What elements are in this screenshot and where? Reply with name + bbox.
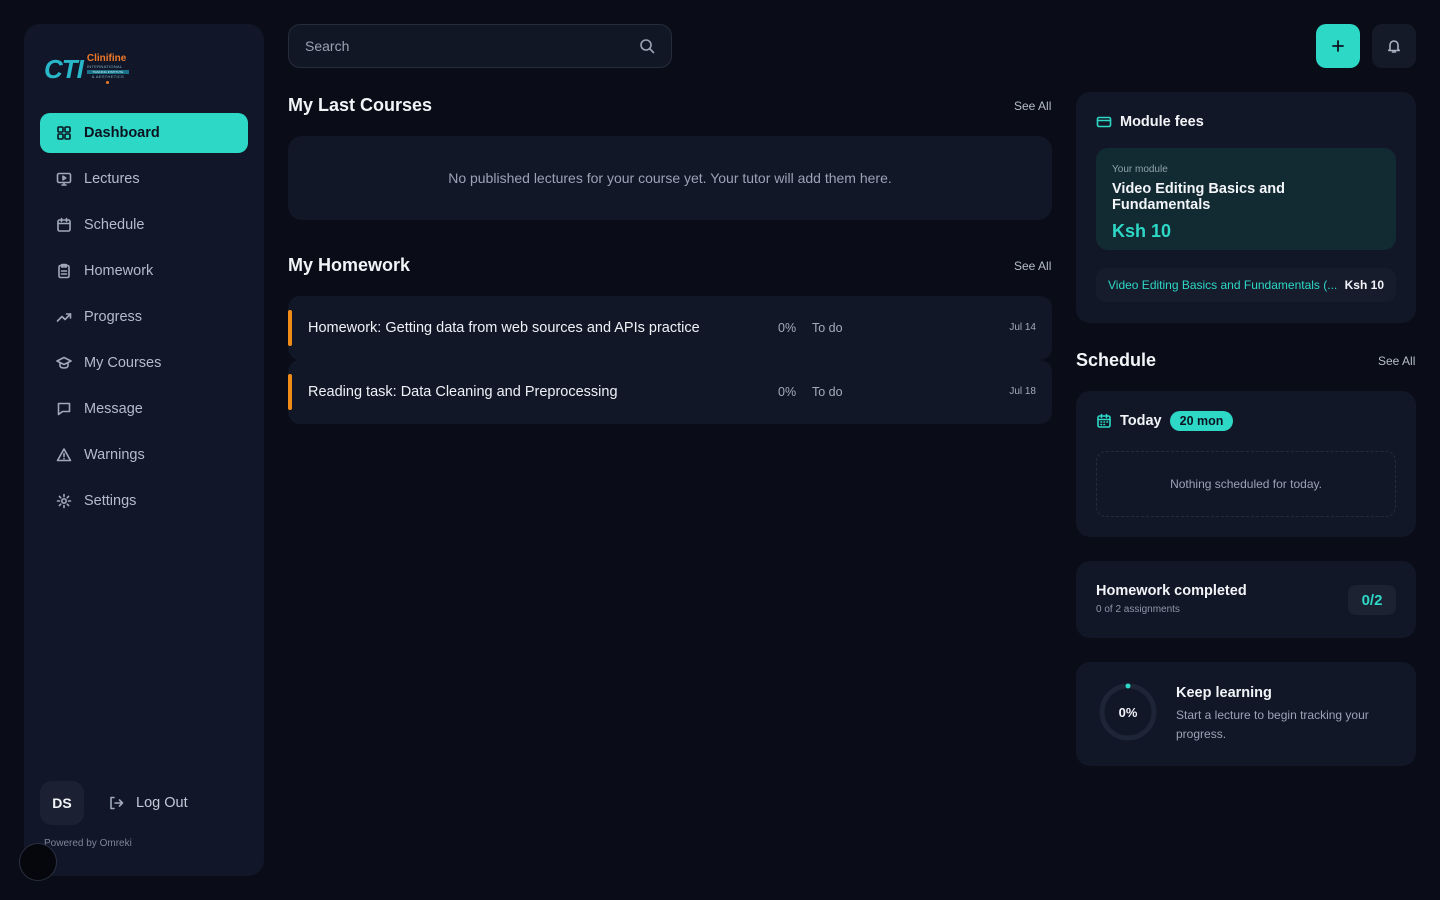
homework-due-date: Jul 18 <box>1009 386 1036 397</box>
bell-icon <box>1386 38 1402 54</box>
sidebar-item-label: Dashboard <box>84 125 160 141</box>
avatar[interactable]: DS <box>40 781 84 825</box>
sidebar-item-label: Lectures <box>84 171 140 187</box>
homework-progress: 0% <box>778 385 797 399</box>
sidebar-item-progress[interactable]: Progress <box>40 297 248 337</box>
homework-completed-subtitle: 0 of 2 assignments <box>1096 604 1180 615</box>
floating-action-circle[interactable] <box>19 843 57 881</box>
keep-learning-title: Keep learning <box>1176 685 1272 701</box>
module-fee-line-price: Ksh 10 <box>1344 278 1384 292</box>
plus-icon <box>1331 39 1345 53</box>
logo-tag2: & AESTHETICS <box>91 74 125 79</box>
module-name: Video Editing Basics and Fundamentals <box>1112 181 1285 213</box>
today-date-badge: 20 mon <box>1169 411 1234 431</box>
message-icon <box>56 401 72 417</box>
schedule-title: Schedule <box>1076 350 1157 370</box>
sidebar: CTI Clinifine INTERNATIONAL TRAINING INS… <box>24 24 264 876</box>
schedule-see-all-link[interactable]: See All <box>1378 354 1415 368</box>
keep-learning-card: 0% Keep learning Start a lecture to begi… <box>1076 662 1416 766</box>
homework-row[interactable]: Reading task: Data Cleaning and Preproce… <box>288 360 1052 424</box>
logo-sub: INTERNATIONAL <box>86 64 123 69</box>
homework-status: To do <box>812 385 843 399</box>
logo-name: Clinifine <box>86 53 127 64</box>
sidebar-item-label: Settings <box>84 493 137 509</box>
schedule-empty: Nothing scheduled for today. <box>1096 451 1396 517</box>
homework-progress: 0% <box>778 321 797 335</box>
grid-icon <box>56 125 72 141</box>
calendar-icon <box>56 217 72 233</box>
today-label: Today <box>1120 413 1162 429</box>
logo-cti-text: CTI <box>44 54 84 84</box>
monitor-play-icon <box>56 171 72 187</box>
module-fee-line-name: Video Editing Basics and Fundamentals (.… <box>1108 278 1338 292</box>
logout-label: Log Out <box>136 795 188 811</box>
keep-learning-text: Start a lecture to begin tracking your p… <box>1176 708 1369 741</box>
sidebar-item-label: Homework <box>84 263 154 279</box>
homework-title-text: Reading task: Data Cleaning and Preproce… <box>308 384 618 400</box>
search-icon[interactable] <box>639 38 655 54</box>
homework-completed-badge: 0/2 <box>1348 585 1396 615</box>
homework-title: My Homework <box>288 255 411 275</box>
sidebar-nav: Dashboard Lectures Schedule Homework Pro… <box>40 113 248 527</box>
today-header: Today 20 mon <box>1096 411 1234 431</box>
sidebar-item-homework[interactable]: Homework <box>40 251 248 291</box>
schedule-empty-text: Nothing scheduled for today. <box>1170 477 1322 491</box>
logout-button[interactable]: Log Out <box>108 795 188 811</box>
progress-percent: 0% <box>1118 704 1138 720</box>
warning-icon <box>56 447 72 463</box>
sidebar-item-lectures[interactable]: Lectures <box>40 159 248 199</box>
sidebar-item-label: Progress <box>84 309 143 325</box>
last-courses-see-all-link[interactable]: See All <box>1014 99 1051 113</box>
module-price: Ksh 10 <box>1112 221 1172 241</box>
logout-icon <box>108 795 124 811</box>
sidebar-item-schedule[interactable]: Schedule <box>40 205 248 245</box>
sidebar-item-label: My Courses <box>84 355 162 371</box>
last-courses-title: My Last Courses <box>288 95 433 115</box>
search-bar <box>288 24 672 68</box>
powered-by: Powered by Omreki <box>44 838 132 849</box>
homework-row[interactable]: Homework: Getting data from web sources … <box>288 296 1052 360</box>
sidebar-item-label: Schedule <box>84 217 145 233</box>
graduation-cap-icon <box>56 355 72 371</box>
current-module-box: Your module Video Editing Basics and Fun… <box>1096 148 1396 250</box>
logo-text-block: Clinifine INTERNATIONAL TRAINING INSTITU… <box>86 53 129 84</box>
sidebar-item-dashboard[interactable]: Dashboard <box>40 113 248 153</box>
gear-icon <box>56 493 72 509</box>
homework-status: To do <box>812 321 843 335</box>
last-courses-empty-text: No published lectures for your course ye… <box>448 170 892 186</box>
module-fees-title: Module fees <box>1120 114 1204 130</box>
schedule-card: Today 20 mon Nothing scheduled for today… <box>1076 391 1416 537</box>
notifications-button[interactable] <box>1372 24 1416 68</box>
user-row: DS Log Out <box>40 781 188 825</box>
sidebar-item-my-courses[interactable]: My Courses <box>40 343 248 383</box>
homework-due-date: Jul 14 <box>1009 322 1036 333</box>
homework-completed-card: Homework completed 0 of 2 assignments 0/… <box>1076 561 1416 638</box>
sidebar-item-message[interactable]: Message <box>40 389 248 429</box>
trending-up-icon <box>56 309 72 325</box>
sidebar-item-settings[interactable]: Settings <box>40 481 248 521</box>
module-fees-card: Module fees Your module Video Editing Ba… <box>1076 92 1416 323</box>
homework-status-bar <box>288 310 292 346</box>
last-courses-empty: No published lectures for your course ye… <box>288 136 1052 220</box>
homework-see-all-link[interactable]: See All <box>1014 259 1051 273</box>
sidebar-item-label: Message <box>84 401 143 417</box>
add-button[interactable] <box>1316 24 1360 68</box>
homework-completed-title: Homework completed <box>1096 583 1247 599</box>
search-input[interactable] <box>305 38 639 54</box>
clipboard-icon <box>56 263 72 279</box>
sidebar-item-warnings[interactable]: Warnings <box>40 435 248 475</box>
module-caption: Your module <box>1112 164 1168 175</box>
homework-title-text: Homework: Getting data from web sources … <box>308 320 700 336</box>
module-fee-line[interactable]: Video Editing Basics and Fundamentals (.… <box>1096 268 1396 302</box>
credit-card-icon <box>1096 114 1112 130</box>
logo-dot <box>106 81 110 84</box>
homework-status-bar <box>288 374 292 410</box>
calendar-icon <box>1096 413 1112 429</box>
brand-logo[interactable]: CTI Clinifine INTERNATIONAL TRAINING INS… <box>44 52 129 86</box>
sidebar-item-label: Warnings <box>84 447 145 463</box>
module-fees-header: Module fees <box>1096 114 1204 130</box>
